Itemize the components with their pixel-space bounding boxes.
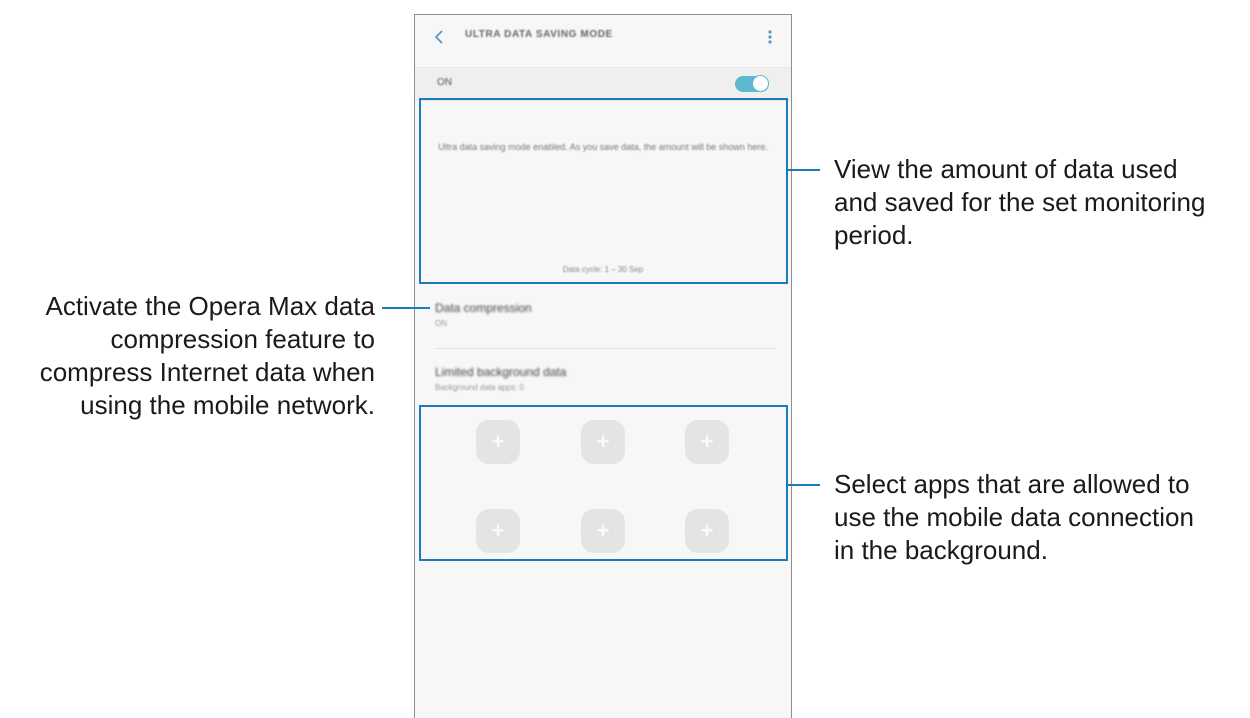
annotation-line: Activate the Opera Max data xyxy=(45,291,375,321)
toggle-knob xyxy=(752,75,769,92)
limited-background-item[interactable]: Limited background data Background data … xyxy=(435,365,775,392)
page-title: ULTRA DATA SAVING MODE xyxy=(465,29,613,40)
apps-annotation: Select apps that are allowed to use the … xyxy=(834,468,1194,567)
limited-background-value: Background data apps: 0 xyxy=(435,383,524,392)
switch-label: ON xyxy=(437,77,452,88)
master-switch-row[interactable]: ON xyxy=(415,67,791,101)
annotation-line: using the mobile network. xyxy=(80,390,375,420)
annotation-line: Select apps that are allowed to xyxy=(834,469,1190,499)
more-vertical-icon xyxy=(768,30,772,44)
divider xyxy=(435,348,775,349)
usage-annotation: View the amount of data used and saved f… xyxy=(834,153,1205,252)
apps-highlight-box xyxy=(419,405,788,561)
annotation-line: period. xyxy=(834,220,914,250)
annotation-line: and saved for the set monitoring xyxy=(834,187,1206,217)
compression-annotation: Activate the Opera Max data compression … xyxy=(40,290,375,422)
annotation-line: compress Internet data when xyxy=(39,357,375,387)
data-compression-value: ON xyxy=(435,319,447,328)
compression-callout-line xyxy=(382,307,430,309)
apps-callout-line xyxy=(788,484,820,486)
annotation-line: use the mobile data connection xyxy=(834,502,1194,532)
annotation-line: View the amount of data used xyxy=(834,154,1178,184)
back-button[interactable] xyxy=(429,25,449,49)
usage-callout-line xyxy=(788,169,820,171)
usage-highlight-box xyxy=(419,98,788,284)
data-compression-title: Data compression xyxy=(435,301,532,315)
limited-background-title: Limited background data xyxy=(435,365,567,379)
data-compression-item[interactable]: Data compression ON xyxy=(435,301,775,328)
annotation-line: compression feature to xyxy=(110,324,375,354)
app-bar: ULTRA DATA SAVING MODE xyxy=(415,15,791,59)
more-options-button[interactable] xyxy=(763,25,777,49)
annotation-line: in the background. xyxy=(834,535,1048,565)
chevron-left-icon xyxy=(434,30,443,44)
master-toggle[interactable] xyxy=(735,75,769,92)
